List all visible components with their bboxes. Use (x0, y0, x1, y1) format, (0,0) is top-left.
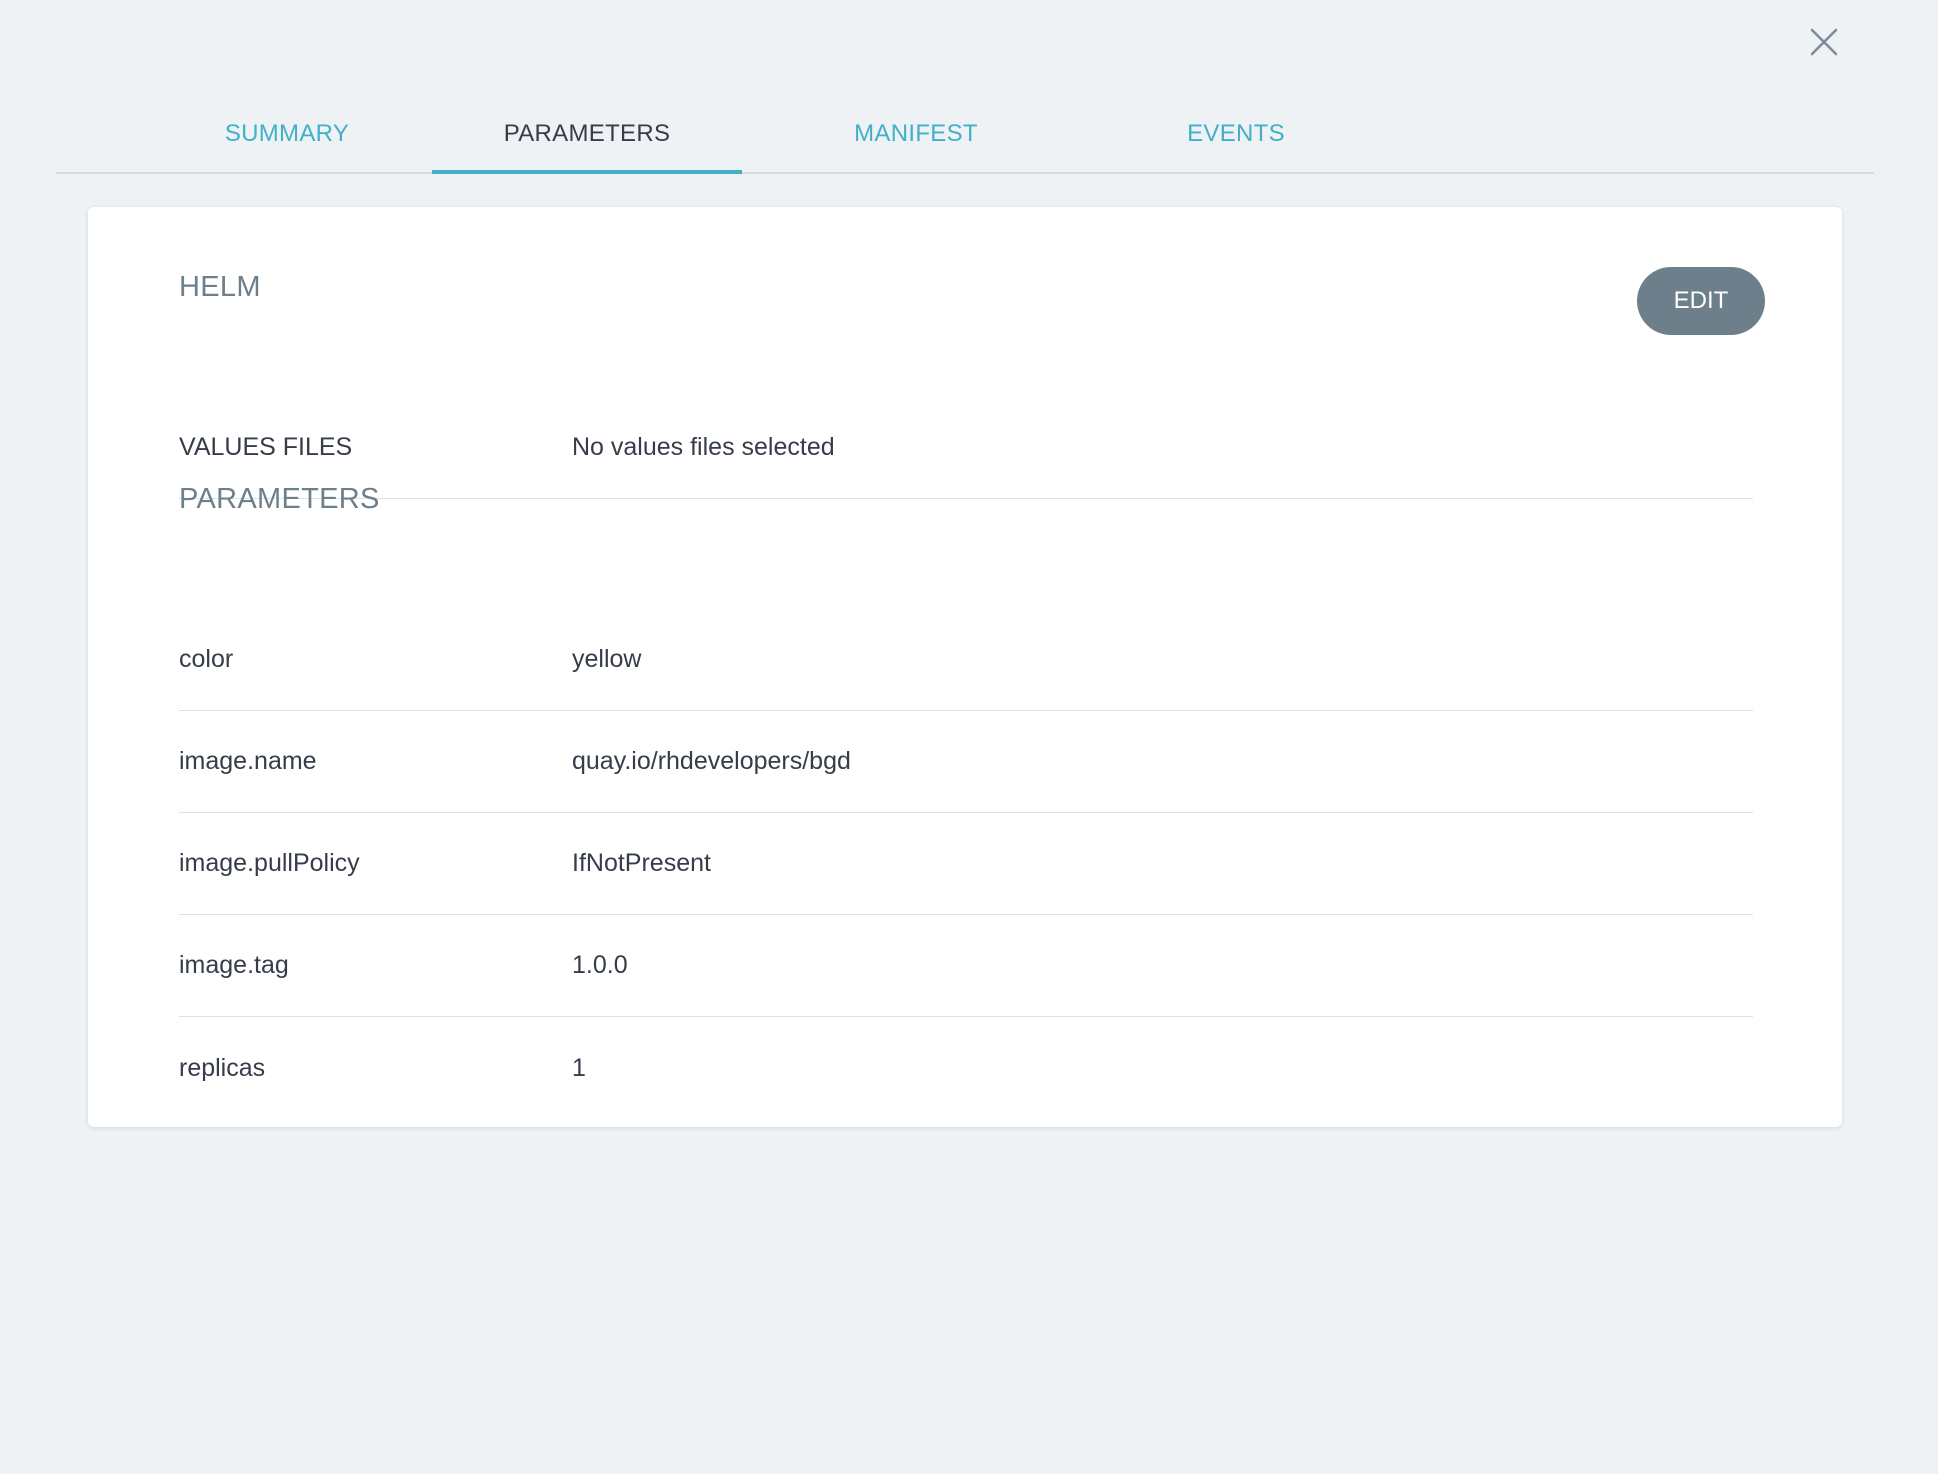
tab-summary[interactable]: SUMMARY (136, 96, 438, 172)
parameter-value: IfNotPresent (572, 849, 711, 877)
parameter-row: image.pullPolicy IfNotPresent (179, 813, 1753, 915)
parameter-row: color yellow (179, 609, 1753, 711)
values-files-row: VALUES FILES No values files selected (179, 397, 1753, 499)
tab-manifest[interactable]: MANIFEST (756, 96, 1076, 172)
parameter-key: image.name (179, 747, 317, 775)
parameter-key: replicas (179, 1053, 266, 1082)
close-icon (1810, 28, 1838, 56)
tab-bar: SUMMARY PARAMETERS MANIFEST EVENTS (56, 96, 1874, 174)
parameters-section-title: PARAMETERS (179, 483, 380, 515)
parameter-value: 1 (572, 1053, 586, 1082)
tab-events[interactable]: EVENTS (1076, 96, 1396, 172)
parameter-key: image.tag (179, 951, 289, 979)
parameter-key: image.pullPolicy (179, 849, 360, 877)
tab-parameters[interactable]: PARAMETERS (432, 96, 742, 174)
helm-section-title: HELM (179, 271, 261, 303)
parameters-panel: HELM EDIT VALUES FILES No values files s… (88, 207, 1842, 1127)
parameter-row: image.tag 1.0.0 (179, 915, 1753, 1017)
parameter-value: 1.0.0 (572, 951, 628, 979)
parameter-row: image.name quay.io/rhdevelopers/bgd (179, 711, 1753, 813)
close-button[interactable] (1806, 24, 1842, 60)
parameter-value: yellow (572, 645, 642, 673)
edit-button[interactable]: EDIT (1637, 267, 1765, 335)
values-files-value: No values files selected (572, 433, 835, 461)
parameter-row: replicas 1 (179, 1017, 1753, 1119)
parameter-value: quay.io/rhdevelopers/bgd (572, 747, 851, 775)
parameter-key: color (179, 645, 234, 673)
